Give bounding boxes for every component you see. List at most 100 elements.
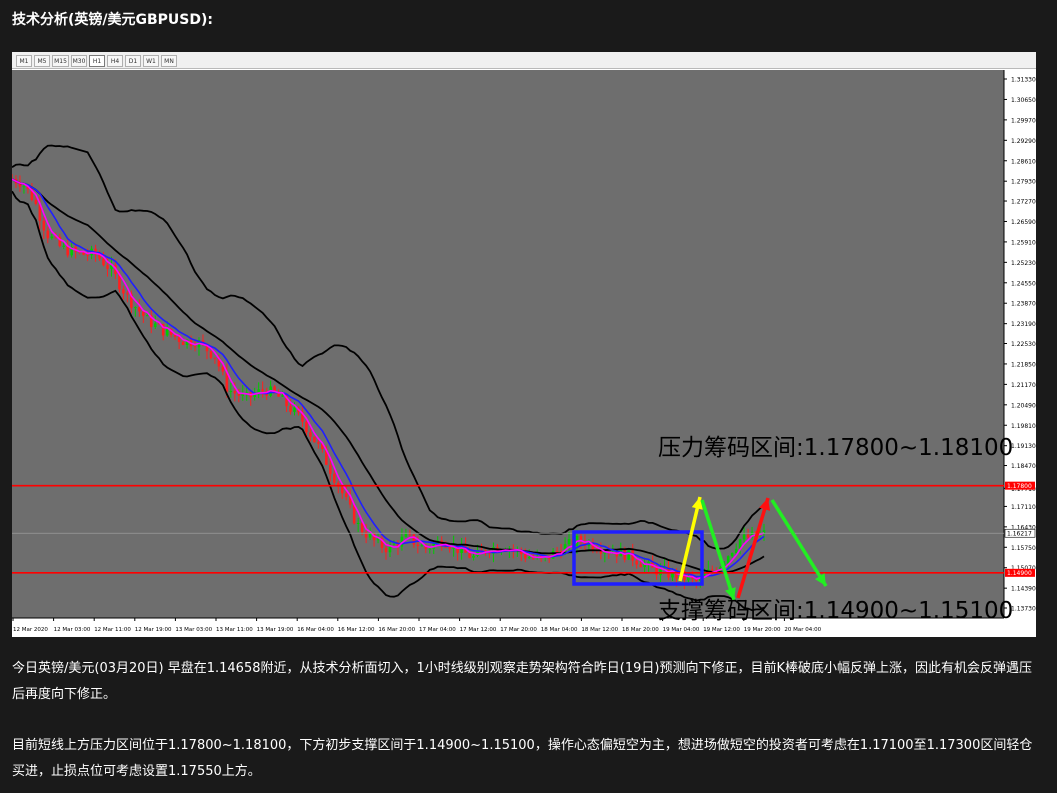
time-tick-label: 18 Mar 20:00 — [622, 627, 659, 633]
candle-body — [42, 220, 46, 231]
price-chart[interactable]: 1.31330 1.30650 1.29970 1.29290 1.28610 1.279… — [12, 70, 1036, 637]
candle-body — [145, 315, 149, 317]
candle-body — [138, 307, 141, 312]
candle-body — [289, 406, 292, 412]
candle-body — [599, 551, 603, 554]
candle-body — [448, 547, 451, 549]
candle-body — [305, 421, 308, 433]
time-tick-label: 13 Mar 11:00 — [216, 627, 253, 633]
price-tick-label: 1.22530 — [1011, 341, 1036, 348]
candle-body — [293, 407, 296, 412]
candle-body — [344, 493, 348, 497]
plot-area — [12, 70, 1004, 618]
analysis-paragraph-1: 今日英镑/美元(03月20日) 早盘在1.14658附近，从技术分析面切入，1小… — [12, 661, 1032, 702]
price-tick-label: 1.29290 — [1011, 138, 1036, 145]
candle-body — [412, 534, 416, 545]
price-tick-label: 1.14390 — [1011, 586, 1036, 593]
candle-body — [356, 523, 360, 525]
candle-body — [472, 555, 475, 558]
candle-body — [122, 289, 125, 294]
price-tick-label: 1.30650 — [1011, 97, 1036, 104]
candle-body — [193, 346, 197, 348]
timeframe-button-mn[interactable]: MN — [161, 55, 177, 67]
candle-body — [62, 245, 66, 247]
candle-body — [730, 552, 734, 557]
candle-body — [229, 391, 233, 393]
price-tick-label: 1.21850 — [1011, 361, 1036, 368]
price-tick-label: 1.24550 — [1011, 280, 1036, 287]
price-tick-label: 1.17110 — [1011, 504, 1036, 511]
price-tick-label: 1.19130 — [1011, 443, 1036, 450]
candle-body — [22, 186, 26, 188]
candle-body — [428, 548, 432, 550]
candle-body — [309, 432, 312, 437]
time-tick-label: 12 Mar 03:00 — [54, 627, 91, 633]
time-tick-label: 19 Mar 12:00 — [703, 627, 740, 633]
price-chart-window: M1 M5 M15 M30 H1 H4 D1 W1 MN 1.31330 1.30650 1.299… — [12, 52, 1036, 637]
candle-body — [659, 568, 662, 576]
candle-body — [468, 552, 471, 558]
support-price-tag-text: 1.14900 — [1007, 570, 1032, 577]
timeframe-button-m30[interactable]: M30 — [71, 55, 87, 67]
candle-body — [384, 547, 388, 553]
time-tick-label: 19 Mar 04:00 — [663, 627, 700, 633]
price-tick-label: 1.29970 — [1011, 117, 1036, 124]
candle-body — [313, 436, 316, 443]
candle-body — [46, 230, 50, 239]
candle-body — [209, 351, 213, 358]
price-tick-label: 1.23190 — [1011, 321, 1036, 328]
time-tick-label: 17 Mar 04:00 — [419, 627, 456, 633]
price-tick-label: 1.13730 — [1011, 606, 1036, 613]
price-tick-label: 1.31330 — [1011, 77, 1036, 84]
price-tick-label: 1.23870 — [1011, 301, 1036, 308]
time-tick-label: 17 Mar 12:00 — [460, 627, 497, 633]
timeframe-button-m1[interactable]: M1 — [16, 55, 32, 67]
timeframe-button-d1[interactable]: D1 — [125, 55, 141, 67]
timeframe-button-m15[interactable]: M15 — [52, 55, 69, 67]
timeframe-button-w1[interactable]: W1 — [143, 55, 159, 67]
price-tick-label: 1.18470 — [1011, 463, 1036, 470]
candle-body — [635, 560, 638, 565]
candle-body — [153, 323, 157, 327]
time-tick-label: 18 Mar 12:00 — [581, 627, 618, 633]
candle-body — [329, 464, 332, 474]
candle-body — [746, 534, 750, 538]
candle-body — [444, 546, 447, 548]
candle-body — [102, 258, 105, 266]
time-tick-label: 16 Mar 04:00 — [297, 627, 334, 633]
price-tick-label: 1.27270 — [1011, 199, 1036, 206]
candle-body — [392, 543, 396, 545]
candle-body — [734, 548, 738, 553]
analysis-paragraph-2: 目前短线上方压力区间位于1.17800~1.18100，下方初步支撑区间于1.1… — [12, 738, 1033, 779]
resistance-zone-label: 压力筹码区间:1.17800~1.18100 — [658, 435, 1013, 461]
candle-body — [416, 544, 420, 546]
candle-body — [317, 442, 320, 444]
candle-body — [181, 341, 185, 346]
resistance-price-tag-text: 1.17800 — [1007, 483, 1032, 490]
candle-body — [34, 199, 38, 204]
candle-body — [655, 567, 658, 576]
support-zone-label: 支撑筹码区间:1.14900~1.15100 — [658, 598, 1013, 624]
candle-body — [523, 554, 527, 559]
candle-body — [368, 533, 372, 538]
time-tick-label: 16 Mar 20:00 — [378, 627, 415, 633]
timeframe-button-h1[interactable]: H1 — [89, 55, 105, 67]
candle-body — [420, 545, 424, 547]
candle-body — [742, 534, 746, 540]
time-tick-label: 12 Mar 2020 — [13, 627, 48, 633]
candle-body — [233, 391, 237, 394]
timeframe-button-h4[interactable]: H4 — [107, 55, 123, 67]
candle-body — [281, 395, 284, 397]
price-tick-label: 1.27930 — [1011, 179, 1036, 186]
time-tick-label: 16 Mar 12:00 — [338, 627, 375, 633]
time-tick-label: 13 Mar 19:00 — [257, 627, 294, 633]
price-tick-label: 1.25230 — [1011, 260, 1036, 267]
candle-body — [332, 473, 336, 483]
timeframe-button-m5[interactable]: M5 — [34, 55, 50, 67]
candle-body — [567, 539, 571, 545]
candle-body — [213, 357, 217, 359]
time-tick-label: 18 Mar 04:00 — [541, 627, 578, 633]
candle-body — [527, 557, 531, 559]
price-tick-label: 1.26590 — [1011, 219, 1036, 226]
candle-body — [710, 569, 714, 571]
